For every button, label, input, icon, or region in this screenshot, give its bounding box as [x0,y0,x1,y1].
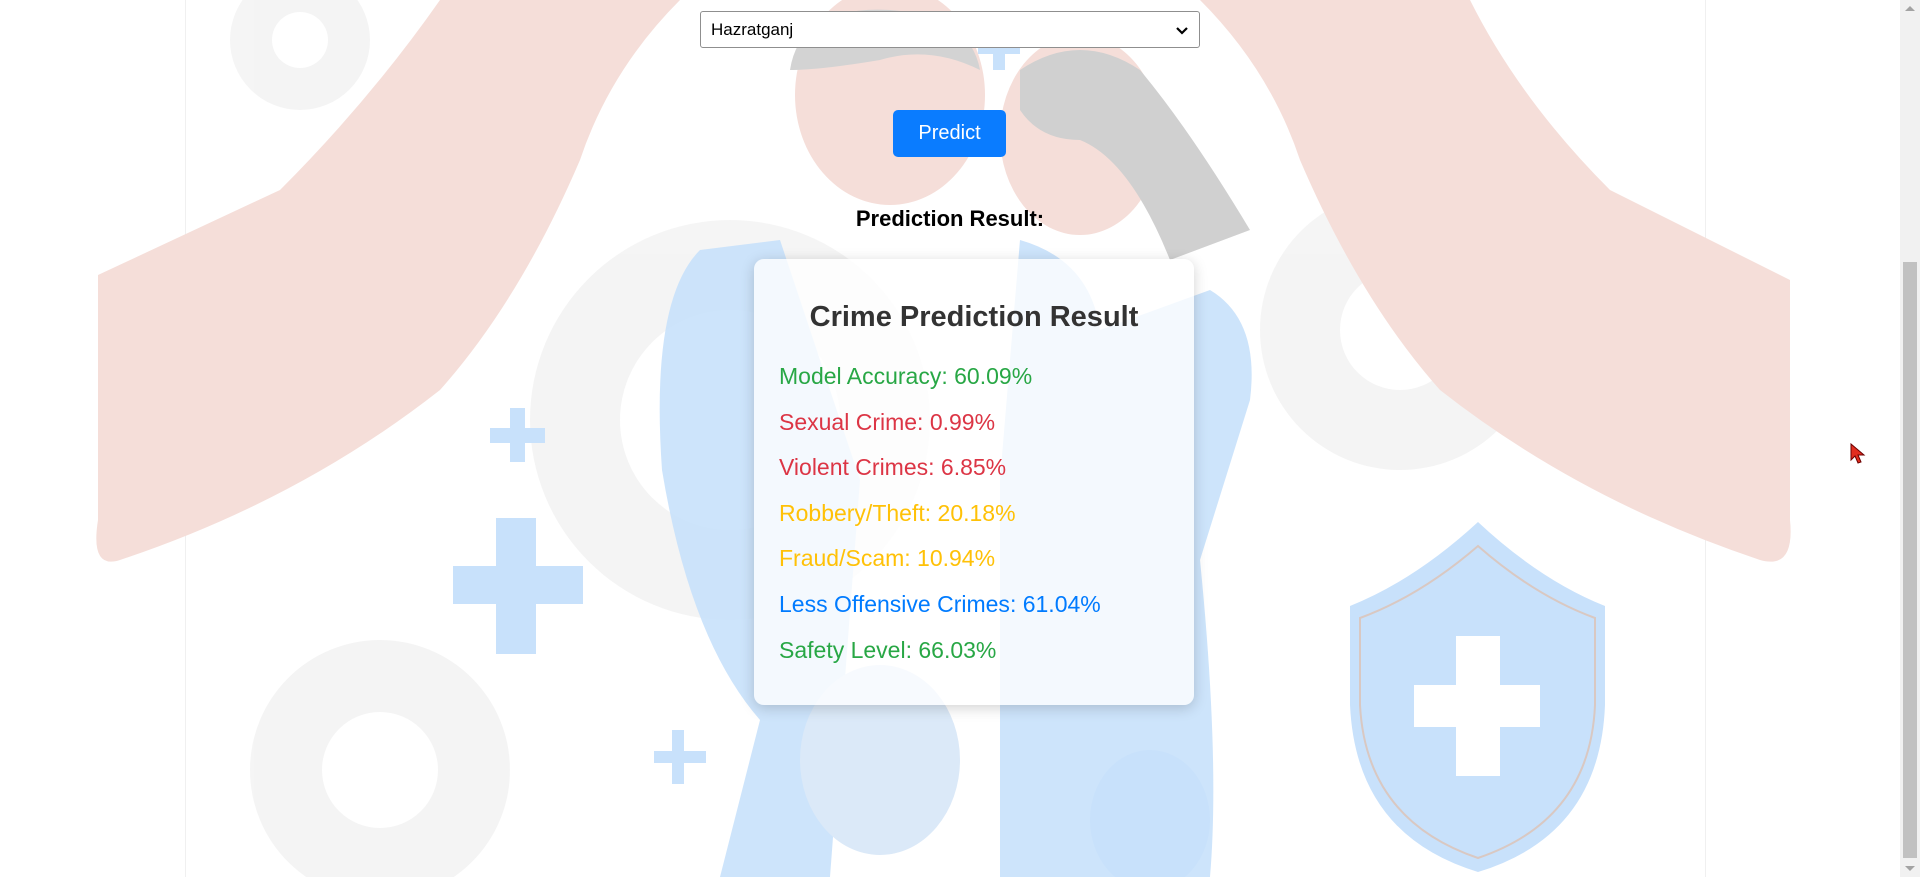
result-line-safety-level: Safety Level: 66.03% [779,636,997,663]
prediction-result-heading: Prediction Result: [855,206,1045,231]
prediction-result-card: Crime Prediction Result Model Accuracy: … [754,259,1194,705]
result-line-violent-crimes: Violent Crimes: 6.85% [779,454,1007,481]
result-line-sexual-crime: Sexual Crime: 0.99% [779,408,996,435]
result-line-fraud-scam: Fraud/Scam: 10.94% [779,545,996,572]
scroll-up-arrow-icon[interactable] [1905,6,1915,11]
result-line-model-accuracy: Model Accuracy: 60.09% [779,363,1033,389]
area-select[interactable]: Hazratganj [700,11,1200,48]
scroll-down-arrow-icon[interactable] [1905,866,1915,871]
predict-button[interactable]: Predict [893,110,1006,157]
chevron-down-icon [1176,26,1188,35]
mouse-cursor-icon [1850,443,1866,464]
card-title: Crime Prediction Result [809,301,1139,333]
scrollbar-thumb[interactable] [1903,262,1917,858]
page: Hazratganj Predict Prediction Result: Cr… [0,0,1900,877]
vertical-scrollbar[interactable] [1900,0,1920,877]
area-select-value: Hazratganj [711,19,794,39]
result-line-less-offensive-crimes: Less Offensive Crimes: 61.04% [779,590,1101,617]
result-line-robbery-theft: Robbery/Theft: 20.18% [779,499,1016,526]
